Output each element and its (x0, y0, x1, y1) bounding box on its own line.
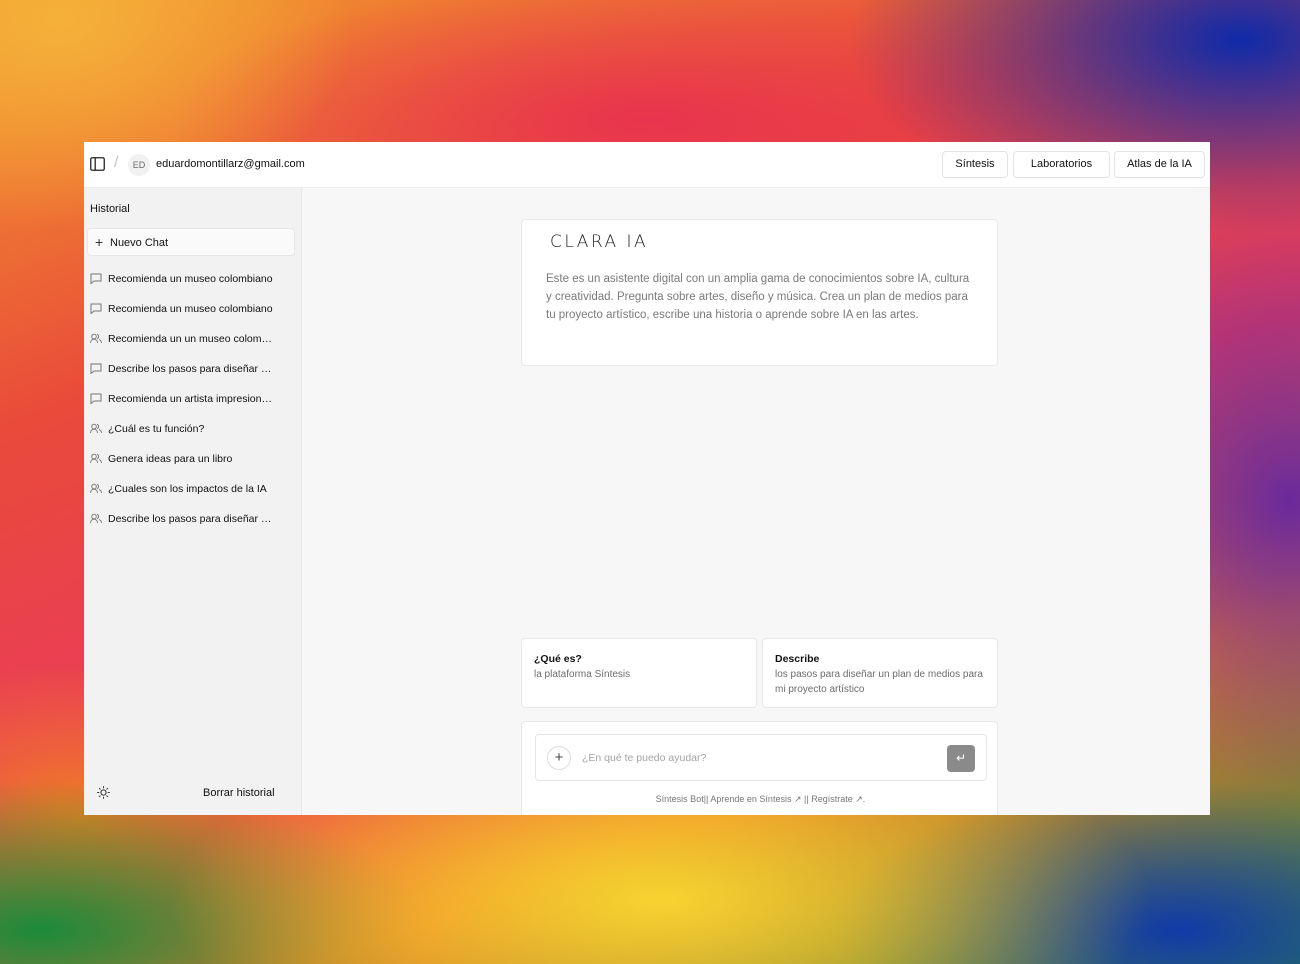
users-icon (90, 423, 102, 434)
message-input-box: + ↵ (535, 734, 987, 781)
history-item-label: Describe los pasos para diseñar un plan … (108, 363, 274, 375)
history-item[interactable]: ¿Cuál es tu función? (84, 418, 299, 440)
history-item[interactable]: Describe los pasos para diseñar un plan … (84, 358, 299, 380)
sun-icon[interactable] (97, 786, 110, 799)
footer-links: Síntesis Bot|| Aprende en Síntesis ↗ || … (522, 794, 999, 805)
suggestion-description: los pasos para diseñar un plan de medios… (775, 669, 983, 695)
enter-icon: ↵ (955, 751, 967, 765)
breadcrumb-separator: / (114, 154, 119, 171)
chat-bubble-icon (90, 393, 102, 404)
history-item[interactable]: Genera ideas para un libro (84, 448, 299, 470)
composer: + ↵ Síntesis Bot || Aprende en Síntesis ↗… (521, 721, 998, 815)
sidebar-toggle-icon[interactable] (90, 157, 105, 171)
sidebar-title: Historial (90, 203, 130, 215)
suggestion-card-que-es[interactable]: ¿Qué es? la plataforma Síntesis (521, 638, 757, 708)
suggestion-title: Describe (775, 653, 820, 665)
chat-bubble-icon (90, 273, 102, 284)
history-item[interactable]: Recomienda un museo colombiano (84, 268, 299, 290)
plus-icon[interactable]: + (547, 746, 571, 770)
footer-end: . (862, 794, 866, 804)
intro-description: Este es un asistente digital con un ampl… (546, 273, 970, 321)
history-item[interactable]: Recomienda un un museo colombiano (84, 328, 299, 350)
history-item-label: Recomienda un museo colombiano (108, 303, 273, 315)
external-link-icon: ↗ (793, 794, 802, 804)
users-icon (90, 483, 102, 494)
footer-separator: || (801, 794, 812, 804)
send-button[interactable]: ↵ (947, 745, 975, 772)
nav-atlas-button[interactable]: Atlas de la IA (1114, 151, 1205, 178)
clara-logo: CLARA IA (550, 232, 649, 252)
users-icon (90, 333, 102, 344)
history-item-label: Describe los pasos para diseñar un plan (108, 513, 274, 525)
history-item-label: Recomienda un un museo colombiano (108, 333, 274, 345)
suggestion-description: la plataforma Síntesis (534, 669, 631, 680)
history-item-label: Recomienda un museo colombiano (108, 273, 273, 285)
history-item-label: ¿Cuál es tu función? (108, 423, 205, 435)
history-item-label: Recomienda un artista impresionista (108, 393, 274, 405)
external-link-icon: ↗ (855, 794, 863, 804)
intro-card: CLARA IA Este es un asistente digital co… (521, 219, 998, 366)
new-chat-label: Nuevo Chat (110, 237, 169, 249)
nav-sintesis-button[interactable]: Síntesis (942, 151, 1008, 178)
nav-laboratorios-button[interactable]: Laboratorios (1013, 151, 1110, 178)
user-email: eduardomontillarz@gmail.com (156, 158, 305, 170)
chat-bubble-icon (90, 303, 102, 314)
chat-bubble-icon (90, 363, 102, 374)
footer-register-link[interactable]: Regístrate (811, 794, 853, 804)
top-bar: / ED eduardomontillarz@gmail.com Síntesi… (84, 142, 1210, 188)
plus-icon: + (95, 234, 104, 250)
message-input[interactable] (582, 748, 932, 768)
history-item[interactable]: Recomienda un artista impresionista (84, 388, 299, 410)
history-item-label: Genera ideas para un libro (108, 453, 233, 465)
history-item-label: ¿Cuales son los impactos de la IA (108, 483, 267, 495)
clear-history-button[interactable]: Borrar historial (203, 787, 275, 799)
history-item[interactable]: Recomienda un museo colombiano (84, 298, 299, 320)
history-item[interactable]: ¿Cuales son los impactos de la IA (84, 478, 299, 500)
footer-learn-link[interactable]: Aprende en Síntesis (710, 794, 791, 804)
avatar[interactable]: ED (128, 154, 150, 176)
sidebar: Historial + Nuevo Chat Recomienda un mus… (84, 188, 302, 815)
users-icon (90, 513, 102, 524)
new-chat-button[interactable]: + Nuevo Chat (87, 228, 295, 256)
users-icon (90, 453, 102, 464)
suggestion-title: ¿Qué es? (534, 653, 582, 665)
history-item[interactable]: Describe los pasos para diseñar un plan (84, 508, 299, 530)
footer-bot-link[interactable]: Síntesis Bot (656, 794, 704, 804)
suggestion-card-describe[interactable]: Describe los pasos para diseñar un plan … (762, 638, 998, 708)
app-window: / ED eduardomontillarz@gmail.com Síntesi… (84, 142, 1210, 815)
